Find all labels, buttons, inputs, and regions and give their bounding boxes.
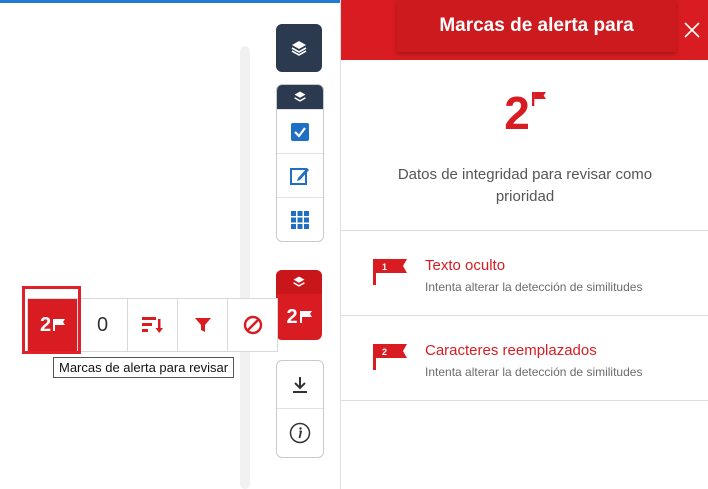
edit-icon bbox=[290, 167, 309, 185]
big-count-value: 2 bbox=[504, 87, 530, 139]
sort-icon bbox=[141, 317, 163, 333]
info-icon bbox=[289, 422, 311, 443]
top-accent-line bbox=[0, 0, 340, 3]
flag-icon bbox=[531, 92, 546, 106]
flag-icon: 2 bbox=[373, 344, 407, 370]
flags-summary: 2 Datos de integridad para revisar como … bbox=[341, 60, 708, 231]
group-header bbox=[277, 85, 323, 109]
tooltip: Marcas de alerta para revisar bbox=[53, 357, 235, 378]
download-button[interactable] bbox=[277, 361, 323, 408]
layers-icon bbox=[294, 91, 306, 102]
layers-icon bbox=[291, 41, 307, 56]
layers-button[interactable] bbox=[276, 24, 322, 72]
flags-group-button[interactable]: 2 bbox=[276, 270, 322, 340]
flag-icon bbox=[299, 311, 312, 323]
edit-tool-button[interactable] bbox=[277, 153, 323, 197]
item-subtitle: Intenta alterar la detección de similitu… bbox=[425, 280, 643, 294]
item-title[interactable]: Caracteres reemplazados bbox=[425, 342, 597, 359]
exclude-button[interactable] bbox=[227, 299, 277, 351]
panel-header: Marcas de alerta para bbox=[341, 0, 708, 60]
item-title[interactable]: Texto oculto bbox=[425, 257, 505, 274]
grid-icon bbox=[291, 210, 309, 229]
checkbox-tool-button[interactable] bbox=[277, 109, 323, 153]
flag-icon: 1 bbox=[373, 259, 407, 285]
zero-count-button[interactable]: 0 bbox=[77, 299, 127, 351]
panel-title: Marcas de alerta para bbox=[397, 0, 676, 52]
similarity-tools-group bbox=[276, 84, 324, 242]
close-icon bbox=[684, 22, 700, 38]
list-item[interactable]: 1 Texto oculto Intenta alterar la detecc… bbox=[341, 231, 708, 316]
info-button[interactable] bbox=[277, 408, 323, 456]
checkbox-icon bbox=[291, 122, 309, 141]
svg-text:2: 2 bbox=[382, 347, 387, 357]
filter-icon bbox=[194, 318, 211, 332]
zero-count: 0 bbox=[96, 313, 109, 336]
sort-button[interactable] bbox=[127, 299, 177, 351]
summary-text: Datos de integridad para revisar como pr… bbox=[397, 166, 653, 205]
export-tools-group bbox=[276, 360, 324, 458]
grid-tool-button[interactable] bbox=[277, 197, 323, 241]
close-button[interactable] bbox=[675, 0, 708, 60]
svg-text:1: 1 bbox=[382, 262, 387, 272]
filter-button[interactable] bbox=[177, 299, 227, 351]
group-header bbox=[276, 270, 322, 294]
download-icon bbox=[293, 376, 307, 393]
list-item[interactable]: 2 Caracteres reemplazados Intenta altera… bbox=[341, 316, 708, 401]
scrollbar-track[interactable] bbox=[240, 46, 250, 489]
item-subtitle: Intenta alterar la detección de similitu… bbox=[425, 365, 643, 379]
focus-highlight bbox=[22, 286, 81, 354]
rail-flags-count: 2 bbox=[286, 305, 298, 328]
ban-icon bbox=[243, 315, 262, 335]
big-count: 2 bbox=[341, 60, 708, 140]
layers-icon bbox=[293, 276, 305, 287]
alert-flags-panel: Marcas de alerta para 2 Datos de integri… bbox=[340, 0, 708, 489]
